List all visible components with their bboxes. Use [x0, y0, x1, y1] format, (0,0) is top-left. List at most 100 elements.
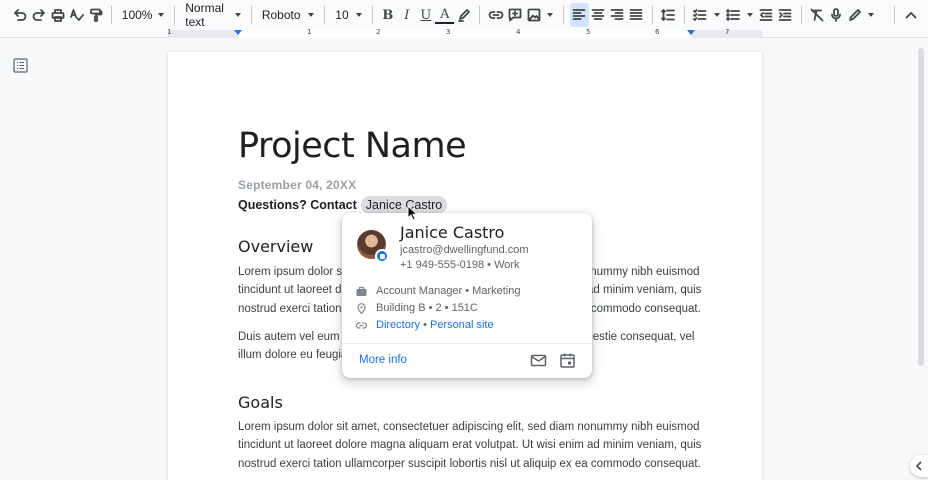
card-divider [342, 343, 592, 344]
link-icon [356, 321, 367, 329]
document-outline-icon[interactable] [13, 58, 28, 73]
redo-icon[interactable] [29, 3, 48, 27]
goals-heading: Goals [238, 393, 283, 412]
links-row: Directory • Personal site [356, 319, 494, 331]
ruler-track[interactable]: 1 1 2 3 4 5 6 7 [167, 28, 762, 38]
contact-prefix: Questions? Contact [238, 198, 357, 212]
zoom-dropdown[interactable]: 100% [118, 3, 169, 27]
clear-formatting-icon[interactable] [807, 3, 826, 27]
align-center-icon[interactable] [589, 3, 608, 27]
style-dropdown[interactable]: Normal text [181, 1, 245, 29]
document-title: Project Name [238, 126, 467, 166]
person-phone[interactable]: +1 949-555-0198 • Work [400, 259, 520, 271]
ruler-number: 1 [307, 28, 312, 36]
document-date: September 04, 20XX [238, 178, 357, 192]
undo-icon[interactable] [10, 3, 29, 27]
align-left-icon[interactable] [569, 3, 589, 27]
toolbar-divider [111, 6, 112, 24]
side-panel-toggle[interactable] [910, 455, 928, 477]
toolbar: 100% Normal text Roboto 10 B I U A [0, 0, 928, 30]
ruler-number: 4 [516, 28, 521, 36]
spellcheck-icon[interactable] [67, 3, 86, 27]
ruler-left-margin [169, 30, 239, 38]
italic-button[interactable]: I [397, 3, 416, 27]
ruler-number: 7 [725, 28, 730, 36]
calendar-icon[interactable] [559, 352, 576, 369]
image-icon[interactable] [524, 3, 543, 27]
location-row: Building B • 2 • 151C [356, 302, 478, 314]
editing-mode-icon[interactable] [845, 3, 864, 27]
toolbar-divider [683, 6, 685, 24]
person-smart-chip[interactable]: Janice Castro [360, 196, 448, 214]
comment-icon[interactable] [505, 3, 524, 27]
underline-button[interactable]: U [416, 3, 435, 27]
ruler-number: 5 [586, 28, 591, 36]
more-info-link[interactable]: More info [359, 354, 407, 366]
toolbar-divider [563, 6, 564, 24]
align-justify-icon[interactable] [627, 3, 646, 27]
toolbar-divider [479, 6, 481, 24]
zoom-value: 100% [121, 8, 153, 22]
toolbar-divider [371, 6, 373, 24]
link-separator: • [420, 319, 430, 331]
person-email[interactable]: jcastro@dwellingfund.com [400, 244, 529, 256]
print-icon[interactable] [48, 3, 67, 27]
bold-button[interactable]: B [378, 3, 397, 27]
overview-heading: Overview [238, 237, 314, 256]
style-value: Normal text [185, 1, 224, 29]
person-role: Account Manager • Marketing [376, 285, 521, 297]
paragraph-line: nostrud exerci tation ullamcorper suscip… [238, 457, 701, 470]
person-location: Building B • 2 • 151C [376, 302, 478, 314]
vertical-scrollbar[interactable] [918, 48, 924, 366]
ruler-number: 3 [446, 28, 451, 36]
paint-format-icon[interactable] [86, 3, 105, 27]
role-row: Account Manager • Marketing [356, 285, 520, 297]
ruler-number: 1 [167, 28, 172, 36]
ruler: 1 1 2 3 4 5 6 7 [0, 28, 928, 38]
left-indent-marker[interactable] [234, 30, 242, 35]
link-icon[interactable] [486, 3, 505, 27]
checklist-icon[interactable] [691, 3, 710, 27]
chevron-left-icon [915, 461, 922, 471]
chevron-down-icon[interactable] [547, 13, 554, 17]
line-spacing-icon[interactable] [659, 3, 678, 27]
briefcase-icon [356, 286, 367, 296]
toolbar-divider [894, 6, 896, 24]
font-dropdown[interactable]: Roboto [258, 3, 319, 27]
align-right-icon[interactable] [608, 3, 627, 27]
microphone-icon[interactable] [826, 3, 845, 27]
chevron-down-icon[interactable] [746, 13, 753, 17]
font-size-dropdown[interactable]: 10 [331, 3, 365, 27]
toolbar-divider [800, 6, 802, 24]
paragraph-line: tincidunt ut laoreet dolore magna aliqua… [238, 439, 702, 452]
person-name: Janice Castro [400, 223, 505, 242]
person-hover-card: Janice Castro jcastro@dwellingfund.com +… [342, 213, 592, 378]
ruler-number: 6 [655, 28, 660, 36]
toolbar-divider [251, 6, 252, 24]
email-icon[interactable] [530, 352, 547, 369]
highlight-icon[interactable] [454, 3, 473, 27]
mouse-pointer-icon [407, 205, 419, 221]
goals-paragraph: Lorem ipsum dolor sit amet, consectetuer… [238, 418, 702, 473]
toolbar-divider [174, 6, 176, 24]
collapse-menus-icon[interactable] [901, 3, 920, 27]
chevron-down-icon [235, 13, 242, 17]
text-color-button[interactable]: A [435, 6, 455, 24]
chevron-down-icon [355, 13, 362, 17]
decrease-indent-icon[interactable] [757, 3, 776, 27]
chevron-down-icon[interactable] [868, 13, 875, 17]
right-indent-marker[interactable] [687, 30, 695, 35]
bulleted-list-icon[interactable] [724, 3, 743, 27]
paragraph-line: Lorem ipsum dolor sit amet, consectetuer… [238, 421, 700, 433]
font-size-value: 10 [335, 8, 349, 22]
building-badge-icon [375, 249, 389, 263]
chevron-down-icon [308, 13, 315, 17]
chevron-down-icon [158, 13, 165, 17]
chevron-down-icon[interactable] [713, 13, 720, 17]
toolbar-divider [324, 6, 326, 24]
increase-indent-icon[interactable] [776, 3, 795, 27]
directory-link[interactable]: Directory [376, 319, 420, 331]
toolbar-divider [651, 6, 653, 24]
personal-site-link[interactable]: Personal site [430, 319, 494, 331]
font-value: Roboto [261, 8, 301, 22]
